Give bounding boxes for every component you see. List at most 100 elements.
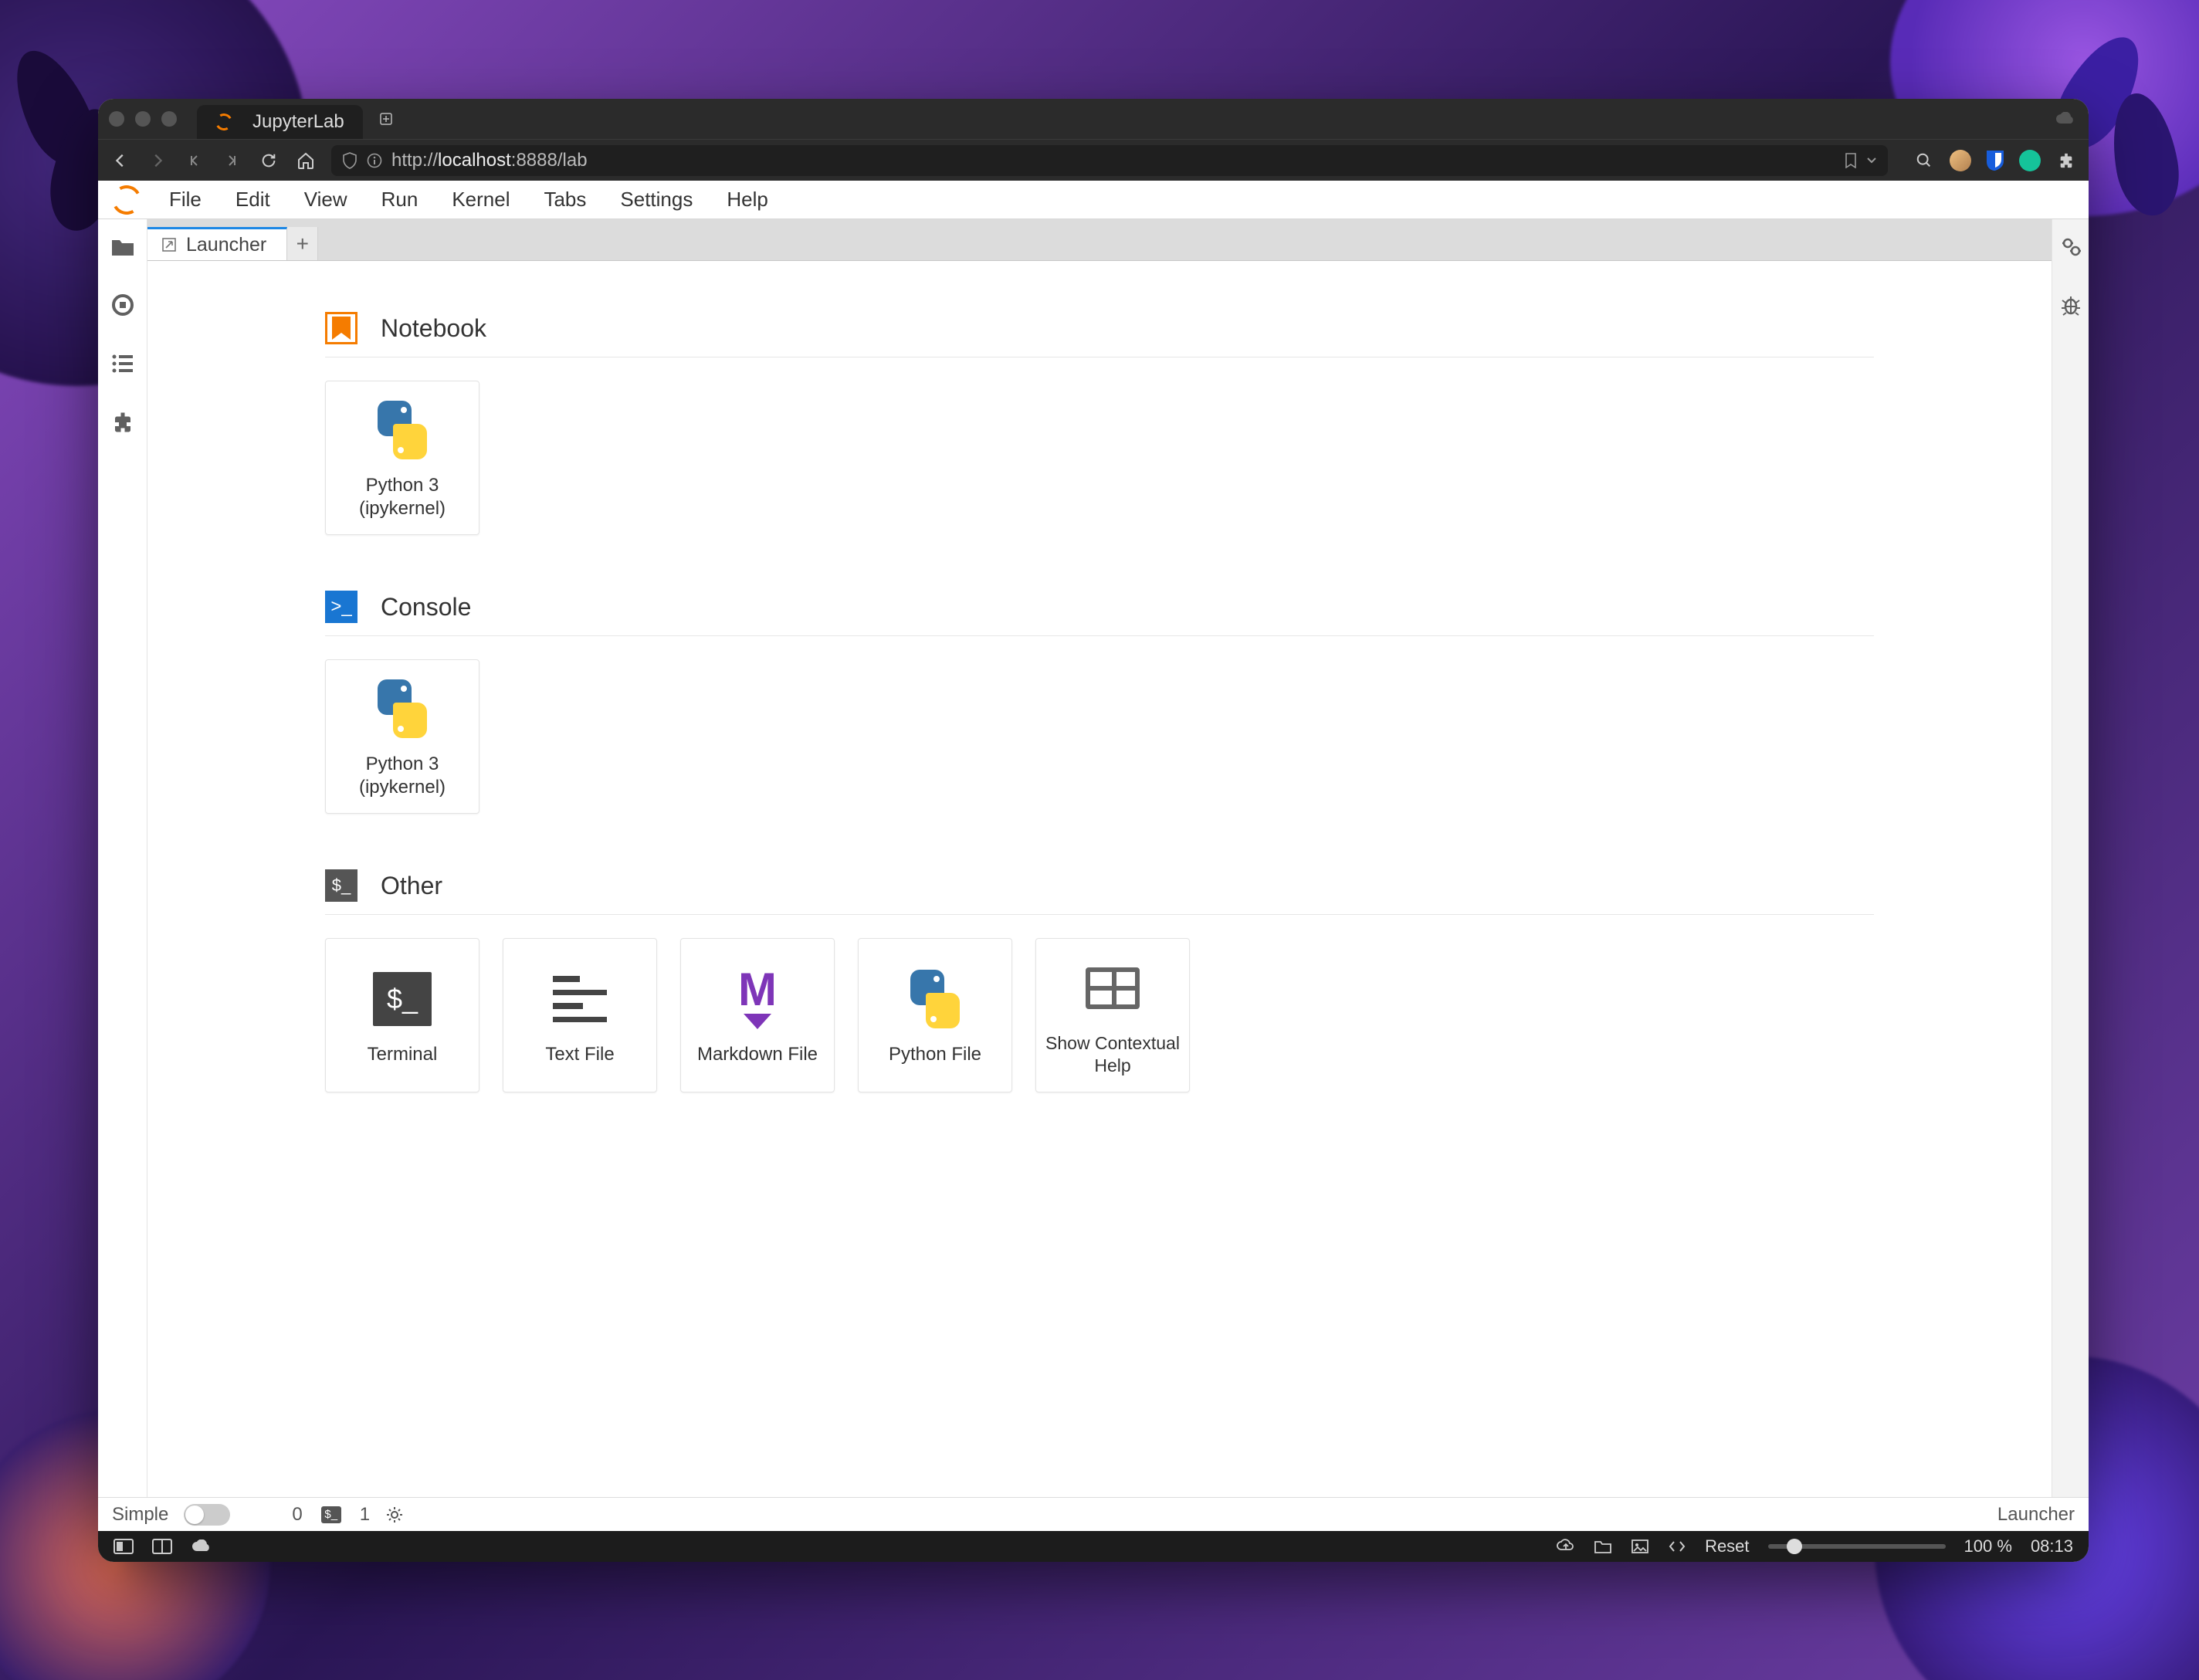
terminals-count[interactable]: 1 [360, 1504, 370, 1526]
tiling-icon[interactable] [152, 1539, 172, 1554]
menu-view[interactable]: View [287, 188, 364, 212]
other-section-icon: $_ [325, 869, 357, 902]
contextual-help-icon [1078, 953, 1147, 1023]
card-label: Show Contextual Help [1036, 1032, 1189, 1077]
app-body: Launcher + Notebook [98, 219, 2089, 1497]
search-icon[interactable] [1913, 149, 1936, 172]
kernels-idle-count[interactable]: 0 [292, 1504, 302, 1526]
plus-icon [379, 112, 393, 126]
simple-mode-label: Simple [112, 1504, 168, 1526]
maximize-window-icon[interactable] [161, 111, 177, 127]
terminal-status-icon[interactable]: $_ [321, 1506, 341, 1523]
statusbar: Simple 0 $_ 1 Launcher [98, 1497, 2089, 1531]
menu-settings[interactable]: Settings [603, 188, 710, 212]
table-of-contents-icon[interactable] [110, 351, 136, 377]
document-tabstrip: Launcher + [147, 219, 2052, 261]
console-section-icon: >_ [325, 591, 357, 623]
browser-tab-jupyterlab[interactable]: JupyterLab [197, 105, 363, 139]
bookmark-icon[interactable] [1845, 153, 1857, 168]
card-label: Python 3 (ipykernel) [351, 753, 453, 799]
address-bar[interactable]: http://localhost:8888/lab [331, 145, 1888, 176]
desktop-wallpaper: JupyterLab [0, 0, 2199, 1680]
menu-run[interactable]: Run [364, 188, 435, 212]
extensions-menu-icon[interactable] [2055, 149, 2078, 172]
zoom-slider[interactable] [1768, 1544, 1946, 1549]
launcher-tab-icon [161, 237, 177, 252]
nav-back-button[interactable] [109, 149, 132, 172]
status-mode-label[interactable]: Launcher [1997, 1504, 2075, 1526]
menu-tabs[interactable]: Tabs [527, 188, 603, 212]
bitwarden-extension-icon[interactable] [1985, 149, 2005, 172]
sync-cloud-icon[interactable] [2055, 112, 2078, 126]
nav-first-button[interactable] [183, 149, 206, 172]
launcher-card-contextual-help[interactable]: Show Contextual Help [1035, 938, 1190, 1092]
shield-icon[interactable] [342, 152, 357, 169]
menu-edit[interactable]: Edit [219, 188, 287, 212]
home-button[interactable] [294, 149, 317, 172]
new-launcher-tab-button[interactable]: + [287, 227, 318, 260]
launcher-card-terminal[interactable]: $_ Terminal [325, 938, 479, 1092]
cloud-status-icon[interactable] [191, 1539, 212, 1553]
image-taskbar-icon[interactable] [1631, 1539, 1649, 1554]
menu-file[interactable]: File [152, 188, 219, 212]
clock-label: 08:13 [2031, 1536, 2073, 1556]
file-browser-icon[interactable] [110, 233, 136, 259]
section-title: Other [381, 872, 442, 900]
settings-gear-icon[interactable] [385, 1506, 404, 1524]
other-cards: $_ Terminal Text File M Markdown File [325, 938, 1874, 1092]
minimize-window-icon[interactable] [135, 111, 151, 127]
nav-last-button[interactable] [220, 149, 243, 172]
folder-taskbar-icon[interactable] [1594, 1539, 1612, 1554]
grammarly-extension-icon[interactable] [2019, 150, 2041, 171]
text-file-icon [545, 964, 615, 1034]
property-inspector-icon[interactable] [2058, 233, 2084, 259]
os-taskbar: Reset 100 % 08:13 [98, 1531, 2089, 1562]
tab-launcher[interactable]: Launcher [147, 227, 287, 260]
card-label: Terminal [360, 1043, 446, 1066]
launcher-card-text-file[interactable]: Text File [503, 938, 657, 1092]
debugger-icon[interactable] [2058, 292, 2084, 318]
left-sidebar [98, 219, 147, 1497]
workspace-icon[interactable] [114, 1539, 134, 1554]
launcher-card-markdown-file[interactable]: M Markdown File [680, 938, 835, 1092]
tab-label: Launcher [186, 234, 266, 256]
chevron-down-icon[interactable] [1866, 157, 1877, 164]
new-tab-button[interactable] [374, 107, 398, 131]
browser-chrome: JupyterLab [98, 99, 2089, 181]
menu-help[interactable]: Help [710, 188, 784, 212]
code-taskbar-icon[interactable] [1668, 1539, 1686, 1553]
reset-label[interactable]: Reset [1705, 1536, 1749, 1556]
jupyter-logo-icon[interactable] [110, 184, 143, 216]
launcher-panel: Notebook Python 3 (ipykernel) [147, 261, 2052, 1497]
divider [325, 914, 1874, 915]
nav-forward-button[interactable] [146, 149, 169, 172]
markdown-icon: M [723, 964, 792, 1034]
profile-avatar[interactable] [1950, 150, 1971, 171]
card-label: Markdown File [690, 1043, 825, 1066]
launcher-card-python-file[interactable]: Python File [858, 938, 1012, 1092]
terminal-icon: $_ [368, 964, 437, 1034]
menu-kernel[interactable]: Kernel [435, 188, 527, 212]
extension-manager-icon[interactable] [110, 409, 136, 435]
section-title: Notebook [381, 314, 486, 343]
running-sessions-icon[interactable] [110, 292, 136, 318]
python-icon [900, 964, 970, 1034]
launcher-card-python3-console[interactable]: Python 3 (ipykernel) [325, 659, 479, 814]
close-window-icon[interactable] [109, 111, 124, 127]
browser-toolbar: http://localhost:8888/lab [98, 139, 2089, 181]
launcher-card-python3-notebook[interactable]: Python 3 (ipykernel) [325, 381, 479, 535]
python-icon [368, 395, 437, 465]
window-controls[interactable] [109, 111, 177, 127]
browser-window: JupyterLab [98, 99, 2089, 1562]
python-icon [368, 674, 437, 743]
right-sidebar [2052, 219, 2089, 1497]
reload-button[interactable] [257, 149, 280, 172]
info-icon[interactable] [367, 153, 382, 168]
browser-tab-title: JupyterLab [252, 111, 344, 133]
jupyterlab-app: File Edit View Run Kernel Tabs Settings … [98, 181, 2089, 1531]
upload-indicator-icon[interactable] [1557, 1539, 1575, 1554]
simple-mode-toggle[interactable] [184, 1504, 230, 1526]
card-label: Python File [881, 1043, 989, 1066]
section-title: Console [381, 593, 471, 622]
jupyter-icon [214, 112, 234, 132]
